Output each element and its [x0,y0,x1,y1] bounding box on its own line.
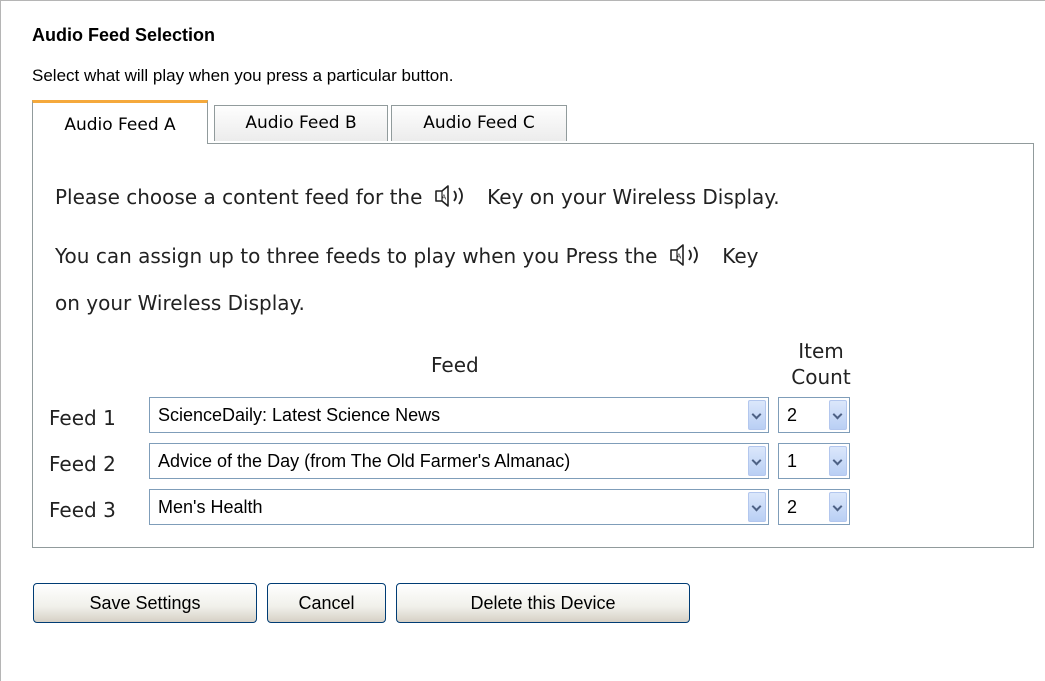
cancel-button[interactable]: Cancel [267,583,386,623]
speaker-key-icon: A [434,185,463,207]
chevron-down-icon[interactable] [829,400,847,430]
speaker-key-icon: A [670,244,698,266]
chevron-down-icon[interactable] [829,492,847,522]
feed-2-value: Advice of the Day (from The Old Farmer's… [158,451,571,471]
tab-audio-feed-c[interactable]: Audio Feed C [391,105,567,141]
item-count-column-header: Item Count [781,338,861,390]
instruction-line-3: on your Wireless Display. [55,291,305,315]
instruction-text: Please choose a content feed for the [55,185,423,209]
svg-text:A: A [676,253,681,261]
feed-column-header: Feed [431,353,479,377]
chevron-down-icon[interactable] [748,492,766,522]
feed-3-select[interactable]: Men's Health [149,489,769,525]
feed-1-count-select[interactable]: 2 [778,397,850,433]
tab-audio-feed-a[interactable]: Audio Feed A [32,100,208,144]
feed-1-count-value: 2 [787,405,798,425]
feed-3-label: Feed 3 [49,498,116,522]
frame-top-border [0,0,1045,1]
tab-audio-feed-b[interactable]: Audio Feed B [214,105,388,141]
feed-1-value: ScienceDaily: Latest Science News [158,405,441,425]
feed-1-label: Feed 1 [49,406,116,430]
instruction-text: Key on your Wireless Display. [487,185,780,209]
instruction-line-2: You can assign up to three feeds to play… [55,243,758,268]
instruction-text: Key [722,244,759,268]
svg-text:A: A [441,194,446,202]
item-count-header-line: Count [791,365,851,389]
feed-2-select[interactable]: Advice of the Day (from The Old Farmer's… [149,443,769,479]
feed-3-value: Men's Health [158,497,263,517]
feed-1-select[interactable]: ScienceDaily: Latest Science News [149,397,769,433]
save-settings-button[interactable]: Save Settings [33,583,257,623]
chevron-down-icon[interactable] [748,400,766,430]
feed-2-count-value: 1 [787,451,798,471]
instruction-text: You can assign up to three feeds to play… [55,244,658,268]
section-description: Select what will play when you press a p… [32,66,454,85]
feed-2-label: Feed 2 [49,452,116,476]
feed-2-count-select[interactable]: 1 [778,443,850,479]
frame-left-border [0,0,1,681]
feed-3-count-value: 2 [787,497,798,517]
item-count-header-line: Item [798,339,844,363]
chevron-down-icon[interactable] [748,446,766,476]
section-title: Audio Feed Selection [32,25,216,45]
feed-3-count-select[interactable]: 2 [778,489,850,525]
chevron-down-icon[interactable] [829,446,847,476]
instruction-line-1: Please choose a content feed for the A K… [55,184,780,209]
tab-panel-audio-feed-a: Please choose a content feed for the A K… [32,143,1034,548]
delete-device-button[interactable]: Delete this Device [396,583,690,623]
